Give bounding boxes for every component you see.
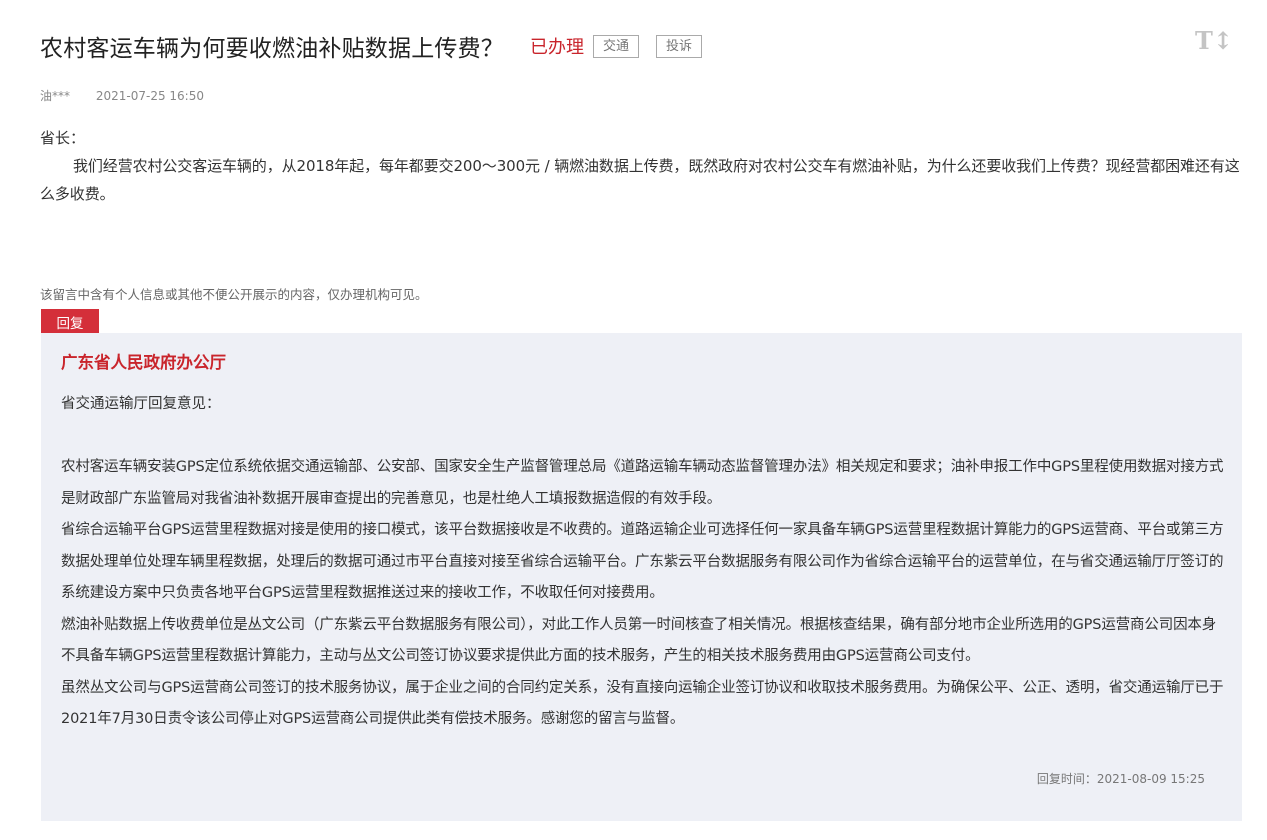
post-meta: 油*** 2021-07-25 16:50 — [40, 87, 204, 104]
question-body: 我们经营农村公交客运车辆的，从2018年起，每年都要交200～300元 / 辆燃… — [40, 157, 1240, 203]
reply-paragraph-4: 虽然丛文公司与GPS运营商公司签订的技术服务协议，属于企业之间的合同约定关系，没… — [61, 679, 1224, 728]
privacy-notice: 该留言中含有个人信息或其他不便公开展示的内容，仅办理机构可见。 — [40, 287, 428, 302]
reply-spacer — [61, 421, 1224, 453]
question-salutation: 省长： — [40, 129, 86, 147]
font-size-icon[interactable]: T↕ — [1195, 25, 1233, 55]
reply-intro: 省交通运输厅回复意见： — [61, 396, 221, 412]
question-content: 省长： 我们经营农村公交客运车辆的，从2018年起，每年都要交200～300元 … — [40, 124, 1248, 208]
page-title: 农村客运车辆为何要收燃油补贴数据上传费？ — [40, 36, 504, 62]
title-row: 农村客运车辆为何要收燃油补贴数据上传费？ 已办理 交通 投诉 — [40, 28, 703, 64]
category-tag[interactable]: 交通 — [593, 34, 640, 58]
reply-paragraph-1: 农村客运车辆安装GPS定位系统依据交通运输部、公安部、国家安全生产监督管理总局《… — [61, 459, 1224, 507]
reply-time: 回复时间：2021-08-09 15:25 — [1037, 770, 1205, 787]
reply-panel: 广东省人民政府办公厅 省交通运输厅回复意见： 农村客运车辆安装GPS定位系统依据… — [41, 333, 1242, 821]
reply-tab: 回复 — [41, 309, 99, 334]
author-name: 油*** — [40, 89, 71, 103]
complaint-button[interactable]: 投诉 — [656, 34, 703, 58]
reply-time-label: 回复时间： — [1036, 772, 1097, 786]
page: 农村客运车辆为何要收燃油补贴数据上传费？ 已办理 交通 投诉 T↕ 油*** 2… — [0, 0, 1267, 840]
reply-paragraph-3: 燃油补贴数据上传收费单位是丛文公司（广东紫云平台数据服务有限公司），对此工作人员… — [61, 616, 1217, 665]
status-label: 已办理 — [530, 37, 584, 58]
post-date: 2021-07-25 16:50 — [95, 89, 204, 103]
reply-time-value: 2021-08-09 15:25 — [1096, 772, 1205, 786]
reply-body: 省交通运输厅回复意见： 农村客运车辆安装GPS定位系统依据交通运输部、公安部、国… — [61, 389, 1224, 736]
reply-organization: 广东省人民政府办公厅 — [61, 353, 226, 372]
reply-paragraph-2: 省综合运输平台GPS运营里程数据对接是使用的接口模式，该平台数据接收是不收费的。… — [61, 522, 1224, 601]
font-size-icon-glyph: T↕ — [1195, 25, 1233, 55]
